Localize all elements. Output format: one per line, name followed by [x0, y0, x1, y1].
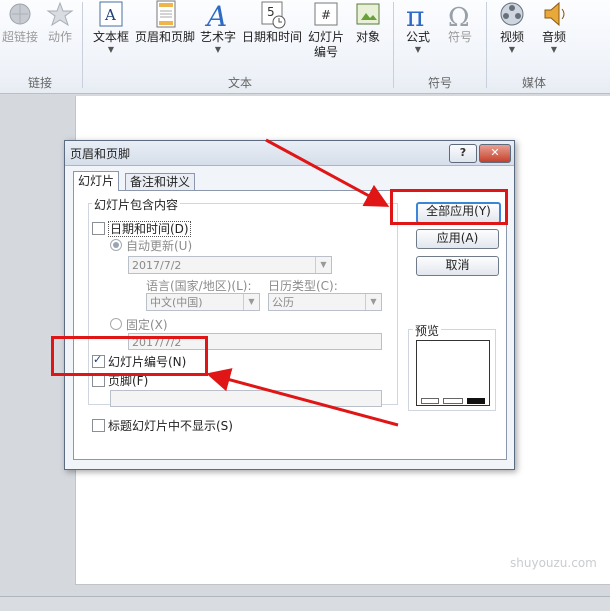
annotation-arrow-apply-all [265, 138, 390, 207]
annotation-arrow-slide-number [206, 368, 399, 427]
annotation-arrows [206, 138, 399, 427]
tab-slide[interactable]: 幻灯片 [73, 171, 120, 191]
